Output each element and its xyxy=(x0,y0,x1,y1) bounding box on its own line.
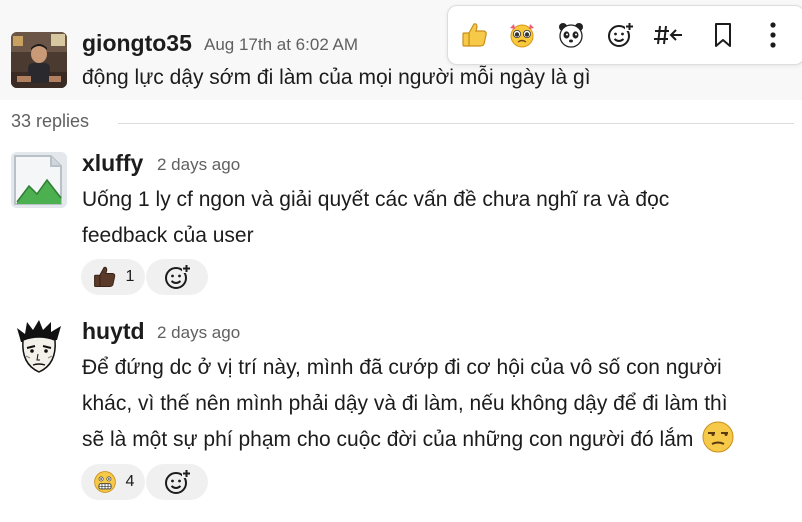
reply-text-line: sẽ là một sự phí phạm cho cuộc đời của n… xyxy=(82,428,694,451)
reply-timestamp[interactable]: 2 days ago xyxy=(157,323,240,343)
giongto35-avatar[interactable] xyxy=(11,32,67,88)
huytd-avatar[interactable] xyxy=(11,320,67,376)
reaction-grimacing[interactable]: 4 xyxy=(81,464,145,500)
reaction-thumbs-up[interactable]: 1 xyxy=(81,259,145,295)
message-actions-toolbar xyxy=(447,5,802,65)
reply-text-line: Để đứng dc ở vị trí này, mình đã cướp đi… xyxy=(82,356,722,379)
unamused-face-icon xyxy=(701,420,735,454)
add-reaction-icon[interactable] xyxy=(601,16,639,54)
thumbs-up-icon[interactable] xyxy=(456,16,494,54)
parent-message-text: động lực dậy sớm đi làm của mọi người mỗ… xyxy=(82,66,591,89)
thumbs-up-dark-icon xyxy=(93,266,115,288)
parent-author[interactable]: giongto35 xyxy=(82,30,192,57)
add-reaction-button[interactable] xyxy=(146,259,208,295)
add-reaction-icon xyxy=(165,469,191,494)
reaction-count: 4 xyxy=(125,473,135,490)
grimacing-face-icon xyxy=(93,471,116,493)
reply-timestamp[interactable]: 2 days ago xyxy=(157,155,240,175)
bookmark-icon[interactable] xyxy=(704,16,742,54)
more-actions-icon[interactable] xyxy=(754,16,792,54)
replies-count: 33 replies xyxy=(11,111,90,131)
reply-text: Uống 1 ly cf ngon và giải quyết các vấn … xyxy=(82,182,669,254)
reply-text-line: khác, vì thế nên mình phải dậy và đi làm… xyxy=(82,392,728,415)
reply-text-line: Uống 1 ly cf ngon và giải quyết các vấn … xyxy=(82,188,670,211)
reaction-count: 1 xyxy=(125,268,135,285)
reply-text-last-line: sẽ là một sự phí phạm cho cuộc đời của n… xyxy=(82,420,798,458)
pleading-face-icon[interactable] xyxy=(503,16,541,54)
reply-author[interactable]: huytd xyxy=(82,318,145,345)
reply-in-thread-icon[interactable] xyxy=(650,16,688,54)
reply-text-line: feedback của user xyxy=(82,224,254,247)
reply-text: Để đứng dc ở vị trí này, mình đã cướp đi… xyxy=(82,350,798,458)
parent-timestamp[interactable]: Aug 17th at 6:02 AM xyxy=(204,35,358,55)
reply-author[interactable]: xluffy xyxy=(82,150,143,177)
replies-divider xyxy=(118,123,794,124)
add-reaction-icon xyxy=(165,264,191,289)
xluffy-avatar[interactable] xyxy=(11,152,67,208)
panda-face-icon[interactable] xyxy=(552,16,590,54)
add-reaction-button[interactable] xyxy=(146,464,208,500)
